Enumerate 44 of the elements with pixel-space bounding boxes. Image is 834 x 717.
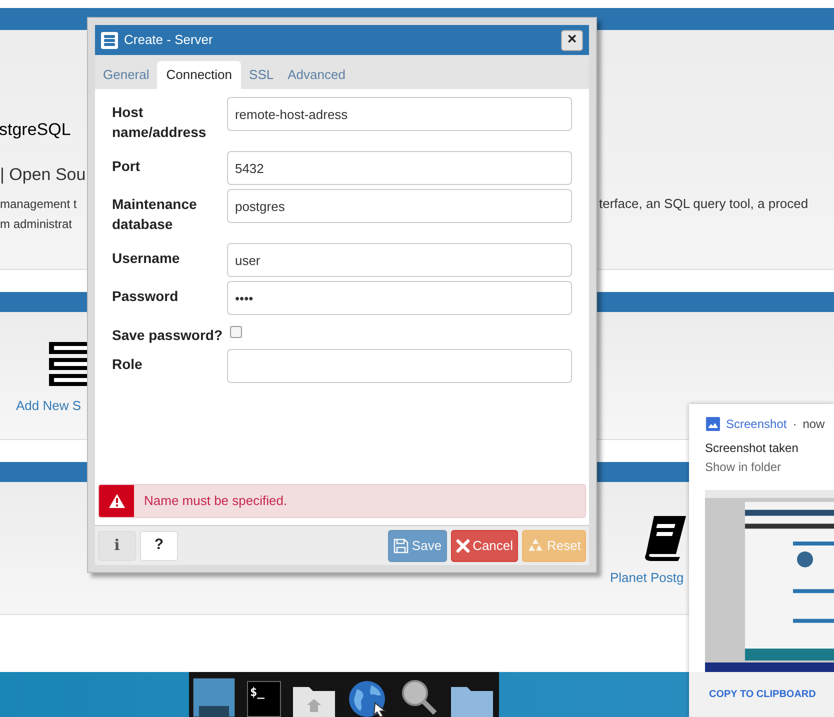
field-label: Port [112,157,141,176]
tab[interactable]: Connection [157,61,242,89]
dialog-title: Create - Server [124,31,214,50]
field-label: Password [112,287,180,306]
app-subtitle: | Open Sou [0,164,87,186]
window-icon[interactable] [193,678,235,717]
close-icon [456,538,470,552]
warning-icon [108,494,124,508]
help-button[interactable]: ? [140,530,178,560]
field-label: Role [112,355,144,374]
field-label: Save password? [112,326,224,344]
planet-postgres-link[interactable]: Planet Postg [610,568,688,588]
checkbox[interactable] [230,326,242,338]
server-icon [101,32,118,48]
copy-to-clipboard-button[interactable]: COPY TO CLIPBOARD [709,687,816,702]
error-message: Name must be specified. [144,492,288,510]
image-icon [706,417,720,431]
input-field[interactable]: remote-host-adress [226,97,572,131]
field-label: Maintenance database [112,195,198,234]
input-field[interactable]: 5432 [226,151,572,185]
tab[interactable]: SSL [243,61,280,89]
notification-title: Screenshot taken [704,440,800,457]
notification-time: now [802,416,825,433]
field-label: Host name/address [112,103,208,142]
input-field[interactable] [226,349,572,383]
add-server-link[interactable]: Add New S [16,396,82,416]
description-text: m administrat [0,216,74,233]
separator-dot: · [792,416,797,433]
magnifier-icon[interactable] [399,677,439,717]
book-icon [642,514,688,562]
terminal-icon[interactable]: $_ [247,681,281,717]
tab[interactable]: Advanced [282,61,352,89]
cancel-button[interactable]: Cancel [450,530,518,562]
info-button[interactable]: i [98,530,136,560]
field-label: Username [112,249,181,268]
notification-app-name: Screenshot [726,416,787,433]
description-text: management t [0,196,78,213]
close-button[interactable]: × [561,30,583,50]
input-field[interactable]: •••• [226,281,572,315]
notification-subtitle: Show in folder [704,459,782,476]
input-field[interactable]: user [226,243,572,277]
input-field[interactable]: postgres [226,189,572,223]
description-text: terface, an SQL query tool, a proced [599,195,810,213]
tab[interactable]: General [97,61,156,89]
